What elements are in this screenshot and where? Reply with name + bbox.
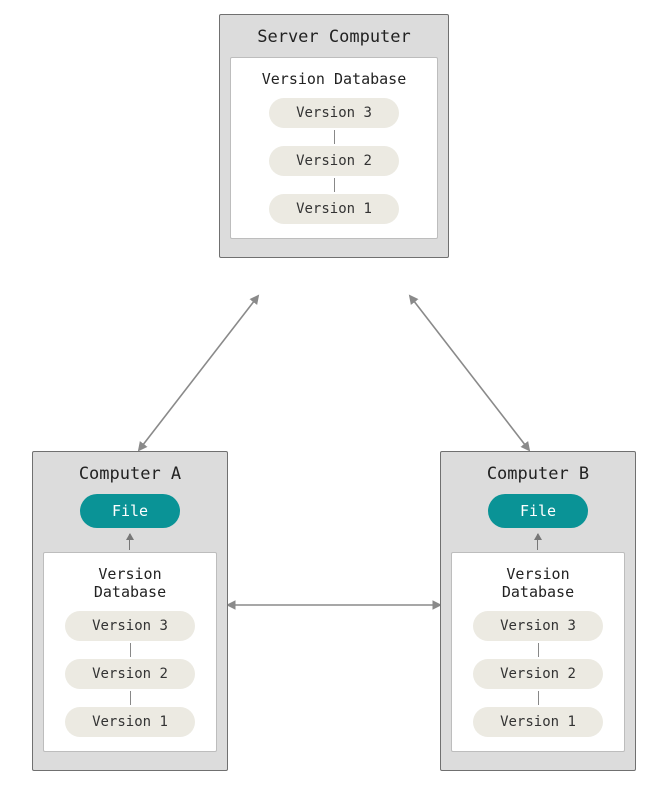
- computer-b-file: File: [488, 494, 588, 528]
- computer-a-version-2: Version 2: [65, 659, 195, 689]
- computer-a-title: Computer A: [43, 464, 217, 484]
- computer-b-version-2: Version 2: [473, 659, 603, 689]
- computer-a-vdb: Version Database Version 3 Version 2 Ver…: [43, 552, 217, 752]
- server-computer-node: Server Computer Version Database Version…: [219, 14, 449, 258]
- computer-b-vdb: Version Database Version 3 Version 2 Ver…: [451, 552, 625, 752]
- connector-server-a: [139, 296, 258, 450]
- computer-a-version-3: Version 3: [65, 611, 195, 641]
- computer-b-version-1: Version 1: [473, 707, 603, 737]
- computer-b-vdb-title: Version Database: [466, 565, 610, 601]
- server-version-1: Version 1: [269, 194, 399, 224]
- b-ver-line-2: [538, 691, 539, 705]
- b-ver-line-1: [538, 643, 539, 657]
- server-vdb-title: Version Database: [245, 70, 423, 88]
- server-vdb: Version Database Version 3 Version 2 Ver…: [230, 57, 438, 239]
- computer-b-node: Computer B File Version Database Version…: [440, 451, 636, 771]
- server-ver-line-2: [334, 178, 335, 192]
- computer-a-version-1: Version 1: [65, 707, 195, 737]
- computer-b-title: Computer B: [451, 464, 625, 484]
- server-version-2: Version 2: [269, 146, 399, 176]
- a-ver-line-1: [130, 643, 131, 657]
- server-ver-line-1: [334, 130, 335, 144]
- connector-server-b: [410, 296, 529, 450]
- server-title: Server Computer: [230, 27, 438, 47]
- computer-a-file: File: [80, 494, 180, 528]
- computer-b-version-3: Version 3: [473, 611, 603, 641]
- computer-a-node: Computer A File Version Database Version…: [32, 451, 228, 771]
- server-version-3: Version 3: [269, 98, 399, 128]
- computer-a-vdb-title: Version Database: [58, 565, 202, 601]
- a-ver-line-2: [130, 691, 131, 705]
